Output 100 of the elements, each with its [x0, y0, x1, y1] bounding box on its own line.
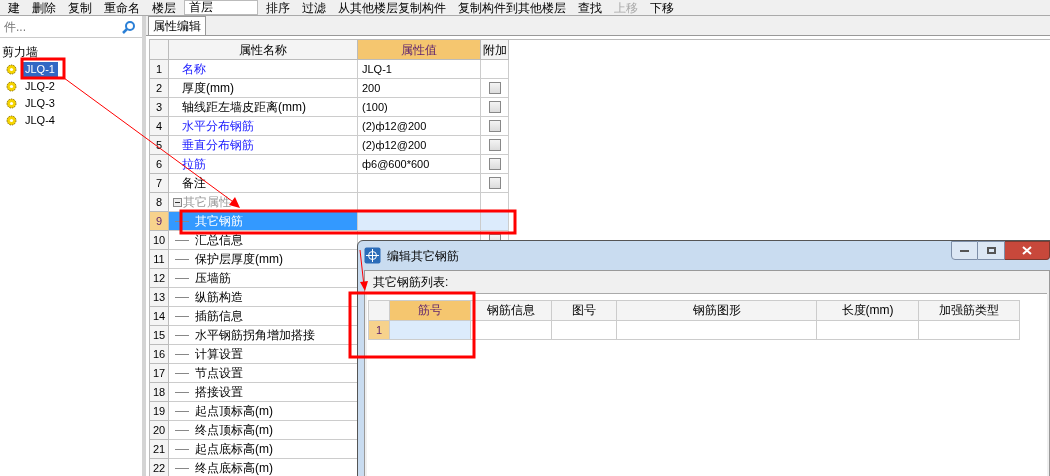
row-number: 11: [149, 250, 169, 269]
property-name: 备注: [181, 175, 206, 192]
checkbox[interactable]: [488, 139, 501, 151]
toolbar-button[interactable]: 复制构件到其他楼层: [454, 0, 570, 15]
floor-label: 楼层: [151, 0, 177, 15]
property-name: 压墙筋: [194, 270, 231, 287]
property-name: 水平分布钢筋: [181, 118, 254, 135]
property-name: 起点底标高(m): [194, 441, 273, 458]
property-name: 终点底标高(m): [194, 460, 273, 476]
tree-item[interactable]: JLQ-4: [22, 113, 58, 128]
value-cell[interactable]: (2)ф12@200: [358, 117, 481, 136]
row-number: 2: [149, 79, 169, 98]
row-number: 14: [149, 307, 169, 326]
row-number: 7: [149, 174, 169, 193]
tree-item[interactable]: 剪力墙: [0, 43, 142, 61]
toolbar-menu[interactable]: 建: [4, 0, 24, 15]
minimize-button[interactable]: [951, 241, 978, 260]
property-name: 名称: [181, 61, 206, 78]
column-header: 附加: [481, 40, 509, 60]
property-name: 厚度(mm): [181, 80, 234, 97]
gear-icon: [6, 81, 17, 92]
highlight-box: [20, 57, 66, 80]
row-number: 8: [149, 193, 169, 212]
checkbox[interactable]: [488, 158, 501, 170]
toolbar-menu[interactable]: 查找: [574, 0, 606, 15]
row-number: 12: [149, 269, 169, 288]
row-number: 21: [149, 440, 169, 459]
floor-dropdown[interactable]: 首层: [184, 0, 258, 15]
property-name: 拉筋: [181, 156, 206, 173]
dialog-title: 编辑其它钢筋: [387, 247, 459, 265]
property-name: 插筋信息: [194, 308, 243, 325]
property-name: 纵筋构造: [194, 289, 243, 306]
search-field[interactable]: 件...: [0, 16, 118, 37]
tree-item[interactable]: JLQ-2: [22, 79, 58, 94]
row-number: 13: [149, 288, 169, 307]
value-cell[interactable]: (100): [358, 98, 481, 117]
table-cell[interactable]: [552, 321, 617, 340]
gear-icon: [6, 64, 17, 75]
property-name: 汇总信息: [194, 232, 243, 249]
row-number: 22: [149, 459, 169, 476]
toolbar-button[interactable]: 下移: [646, 0, 678, 15]
row-number: 17: [149, 364, 169, 383]
toolbar-button[interactable]: 从其他楼层复制构件: [334, 0, 450, 15]
value-cell[interactable]: [358, 174, 481, 193]
value-cell[interactable]: JLQ-1: [358, 60, 481, 79]
row-number: 9: [149, 212, 169, 231]
toolbar-menu[interactable]: 排序: [262, 0, 294, 15]
table-cell[interactable]: [919, 321, 1020, 340]
toolbar-button[interactable]: 删除: [28, 0, 60, 15]
column-header: 属性值: [358, 40, 481, 60]
close-icon[interactable]: [1022, 246, 1032, 255]
checkbox[interactable]: [488, 120, 501, 132]
search-icon[interactable]: [122, 19, 136, 34]
column-header[interactable]: 钢筋图形: [617, 300, 817, 321]
toolbar-menu[interactable]: 过滤: [298, 0, 330, 15]
row-number: 18: [149, 383, 169, 402]
app-icon: [364, 247, 381, 264]
column-header[interactable]: 长度(mm): [817, 300, 919, 321]
close-button[interactable]: [1005, 241, 1050, 260]
toolbar-button[interactable]: 复制: [64, 0, 96, 15]
checkbox[interactable]: [488, 101, 501, 113]
list-label: 其它钢筋列表:: [373, 274, 449, 291]
value-cell[interactable]: (2)ф12@200: [358, 136, 481, 155]
row-number: 3: [149, 98, 169, 117]
gear-icon: [6, 98, 17, 109]
value-cell[interactable]: ф6@600*600: [358, 155, 481, 174]
property-name: 计算设置: [194, 346, 243, 363]
column-header[interactable]: 钢筋信息: [471, 300, 552, 321]
row-number: 4: [149, 117, 169, 136]
table-cell[interactable]: [817, 321, 919, 340]
property-tab[interactable]: 属性编辑: [148, 16, 206, 35]
annotation-arrow: [359, 249, 368, 291]
row-number: 19: [149, 402, 169, 421]
property-name: 搭接设置: [194, 384, 243, 401]
row-number: 1: [368, 321, 390, 340]
row-number: 10: [149, 231, 169, 250]
collapse-icon[interactable]: [173, 197, 182, 207]
tree-item[interactable]: JLQ-1: [22, 62, 58, 77]
property-name: 节点设置: [194, 365, 243, 382]
property-name: 终点顶标高(m): [194, 422, 273, 439]
maximize-button[interactable]: [978, 241, 1005, 260]
toolbar-button[interactable]: 重命名: [100, 0, 144, 15]
column-header[interactable]: 加强筋类型: [919, 300, 1020, 321]
row-number: 6: [149, 155, 169, 174]
property-name: 起点顶标高(m): [194, 403, 273, 420]
value-cell[interactable]: 200: [358, 79, 481, 98]
checkbox[interactable]: [488, 82, 501, 94]
column-header[interactable]: 图号: [552, 300, 617, 321]
row-number: 16: [149, 345, 169, 364]
row-number: 15: [149, 326, 169, 345]
column-header: 属性名称: [169, 40, 358, 60]
row-number: 5: [149, 136, 169, 155]
table-cell[interactable]: [471, 321, 552, 340]
table-cell[interactable]: [390, 321, 471, 340]
column-header[interactable]: 筋号: [390, 300, 471, 321]
property-name: 轴线距左墙皮距离(mm): [181, 99, 306, 116]
checkbox[interactable]: [488, 177, 501, 189]
property-name: 水平钢筋拐角增加搭接: [194, 327, 315, 344]
table-cell[interactable]: [617, 321, 817, 340]
tree-item[interactable]: JLQ-3: [22, 96, 58, 111]
